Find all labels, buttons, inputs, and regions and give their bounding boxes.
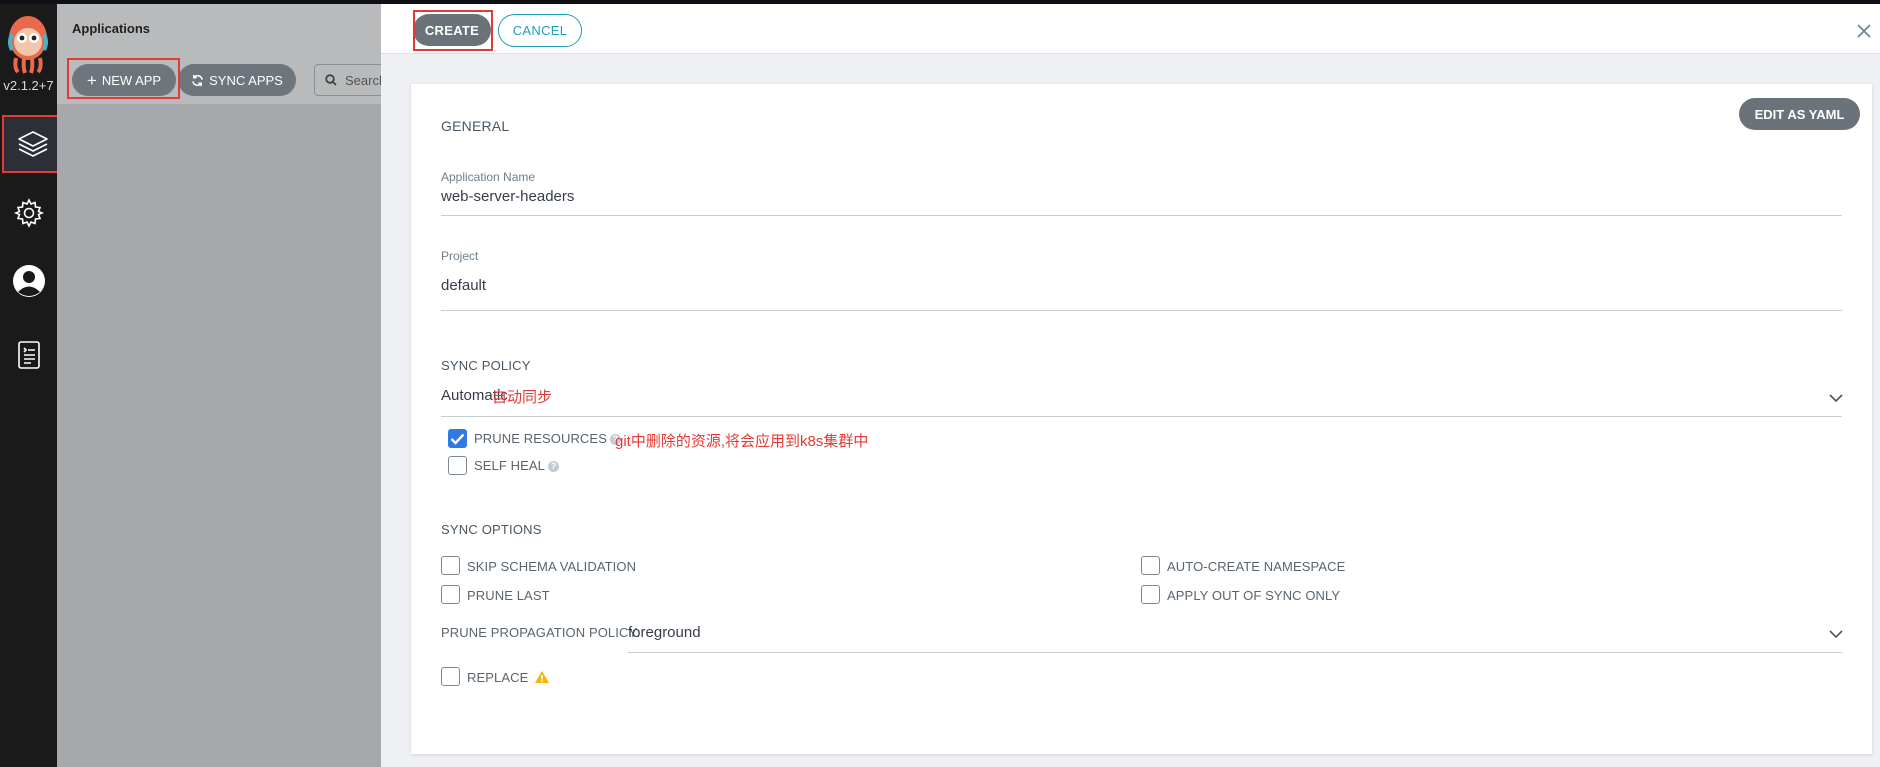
sync-apps-button[interactable]: SYNC APPS [178, 64, 296, 96]
cancel-button[interactable]: CANCEL [498, 14, 582, 47]
prune-propagation-underline [628, 652, 1842, 653]
top-strip [0, 0, 1880, 4]
form-card: EDIT AS YAML GENERAL Application Name we… [411, 84, 1872, 754]
app-name-underline [441, 215, 1842, 216]
skip-schema-validation-label: SKIP SCHEMA VALIDATION [467, 559, 637, 574]
close-icon[interactable] [1853, 20, 1875, 42]
sync-policy-underline [441, 416, 1842, 417]
search-icon [325, 74, 337, 86]
replace-label: REPLACE [467, 670, 550, 685]
skip-schema-validation-checkbox[interactable] [441, 556, 460, 575]
section-general-title: GENERAL [441, 118, 510, 134]
warning-icon [535, 671, 550, 683]
auto-create-namespace-label: AUTO-CREATE NAMESPACE [1167, 559, 1346, 574]
prune-resources-checkbox[interactable] [448, 429, 467, 448]
apply-out-of-sync-only-label: APPLY OUT OF SYNC ONLY [1167, 588, 1341, 603]
chevron-down-icon[interactable] [1828, 393, 1844, 403]
version-label: v2.1.2+7 [3, 78, 54, 93]
gear-icon [13, 198, 44, 228]
sidebar: v2.1.2+7 [0, 0, 64, 767]
nav-user-info[interactable] [0, 253, 57, 309]
create-button[interactable]: CREATE [413, 14, 491, 46]
new-app-button[interactable]: + NEW APP [72, 64, 176, 96]
self-heal-checkbox[interactable] [448, 456, 467, 475]
argo-logo[interactable] [4, 12, 52, 74]
nav-settings[interactable] [0, 185, 57, 241]
new-app-label: NEW APP [101, 72, 162, 88]
checkmark-icon [450, 433, 465, 445]
chevron-down-icon[interactable] [1828, 629, 1844, 639]
apply-out-of-sync-only-checkbox[interactable] [1141, 585, 1160, 604]
self-heal-label: SELF HEAL? [474, 458, 559, 473]
create-app-panel: CREATE CANCEL EDIT AS YAML GENERAL Appli… [381, 4, 1880, 767]
project-input[interactable]: default [441, 277, 486, 294]
panel-toolbar: CREATE CANCEL [381, 4, 1880, 54]
apps-header: Applications + NEW APP SYNC APPS Search [57, 4, 394, 104]
prune-propagation-select[interactable]: foreground [628, 624, 701, 641]
prune-resources-label: PRUNE RESOURCES? [474, 431, 621, 446]
page-title: Applications [72, 21, 151, 36]
nav-applications[interactable] [2, 115, 64, 173]
project-label: Project [441, 249, 479, 263]
auto-create-namespace-checkbox[interactable] [1141, 556, 1160, 575]
plus-icon: + [86, 70, 97, 90]
layers-icon [18, 131, 48, 157]
help-icon[interactable]: ? [548, 461, 559, 472]
nav-documentation[interactable] [0, 327, 57, 383]
sync-policy-annotation: 自动同步 [492, 389, 553, 406]
prune-propagation-label: PRUNE PROPAGATION POLICY: [441, 625, 641, 640]
prune-last-checkbox[interactable] [441, 585, 460, 604]
section-sync-options-title: SYNC OPTIONS [441, 522, 542, 537]
section-sync-policy-title: SYNC POLICY [441, 358, 531, 373]
app-name-label: Application Name [441, 170, 536, 184]
project-underline [441, 310, 1842, 311]
replace-checkbox[interactable] [441, 667, 460, 686]
docs-icon [17, 341, 40, 369]
sync-apps-label: SYNC APPS [209, 72, 283, 88]
prune-last-label: PRUNE LAST [467, 588, 550, 603]
sync-icon [192, 74, 204, 86]
app-name-input[interactable]: web-server-headers [441, 188, 574, 205]
edit-as-yaml-button[interactable]: EDIT AS YAML [1739, 98, 1860, 130]
prune-annotation: git中删除的资源,将会应用到k8s集群中 [615, 433, 869, 450]
applications-page: Applications + NEW APP SYNC APPS Search [57, 4, 394, 767]
user-icon [12, 265, 45, 297]
